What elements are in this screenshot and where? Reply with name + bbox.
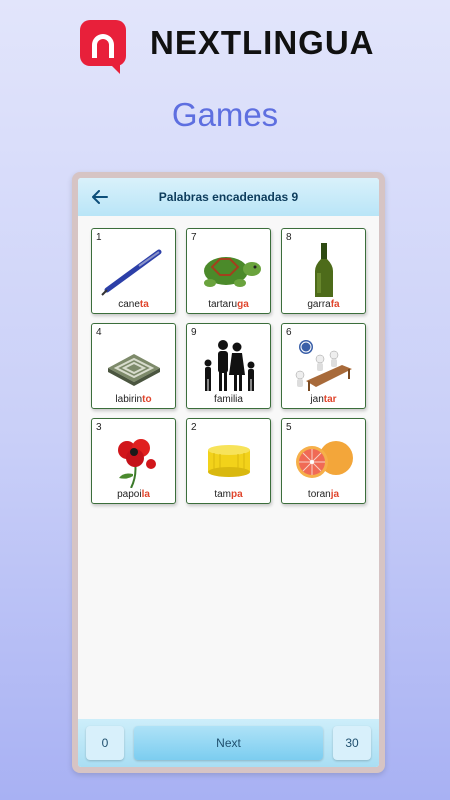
word-card-grid: 1 caneta 7 tartaruga 8 garrafa 4 labirin… <box>91 228 366 504</box>
word-highlight: tar <box>323 394 337 405</box>
back-arrow-icon[interactable] <box>82 178 118 216</box>
word-card[interactable]: 6 jantar <box>281 323 366 409</box>
word-prefix: garra <box>307 299 331 310</box>
dinner-table-icon <box>282 336 365 394</box>
word-card[interactable]: 9 familia <box>186 323 271 409</box>
cap-icon <box>187 431 270 489</box>
word-prefix: tartaru <box>208 299 238 310</box>
score-counter-right: 30 <box>333 726 371 760</box>
next-button[interactable]: Next <box>134 726 323 760</box>
word-highlight: ta <box>139 299 149 310</box>
turtle-icon <box>187 241 270 299</box>
word-prefix: labirin <box>115 394 143 405</box>
word-card[interactable]: 8 garrafa <box>281 228 366 314</box>
word-highlight: fa <box>330 299 340 310</box>
word-highlight: ga <box>237 299 249 310</box>
score-counter-left: 0 <box>86 726 124 760</box>
word-card[interactable]: 5 toranja <box>281 418 366 504</box>
word-highlight: to <box>142 394 152 405</box>
pen-icon <box>92 241 175 299</box>
word-highlight: pa <box>231 489 243 500</box>
word-card[interactable]: 1 caneta <box>91 228 176 314</box>
word-card[interactable]: 7 tartaruga <box>186 228 271 314</box>
word-prefix: familia <box>214 394 243 405</box>
word-card[interactable]: 4 labirinto <box>91 323 176 409</box>
brand-header: NEXTLINGUA <box>80 20 375 74</box>
word-prefix: tam <box>214 489 231 500</box>
word-prefix: papoi <box>117 489 142 500</box>
game-title: Palabras encadenadas 9 <box>158 190 299 204</box>
poppy-flower-icon <box>92 431 175 489</box>
word-prefix: jan <box>310 394 324 405</box>
word-prefix: cane <box>118 299 140 310</box>
app-screen: Palabras encadenadas 9 1 caneta 7 tartar… <box>78 178 379 767</box>
nextlingua-logo-icon <box>80 20 126 74</box>
word-prefix: toran <box>307 489 331 500</box>
word-highlight: ja <box>330 489 340 500</box>
family-icon <box>187 336 270 394</box>
grapefruit-icon <box>282 431 365 489</box>
word-card[interactable]: 3 papoila <box>91 418 176 504</box>
app-topbar: Palabras encadenadas 9 <box>78 178 379 216</box>
word-card[interactable]: 2 tampa <box>186 418 271 504</box>
bottle-icon <box>282 241 365 299</box>
section-title: Games <box>171 96 279 133</box>
word-highlight: la <box>141 489 150 500</box>
bottom-bar: 0 Next 30 <box>78 719 379 767</box>
maze-icon <box>92 336 175 394</box>
phone-frame: Palabras encadenadas 9 1 caneta 7 tartar… <box>72 172 385 773</box>
brand-name: NEXTLINGUA <box>150 24 375 61</box>
